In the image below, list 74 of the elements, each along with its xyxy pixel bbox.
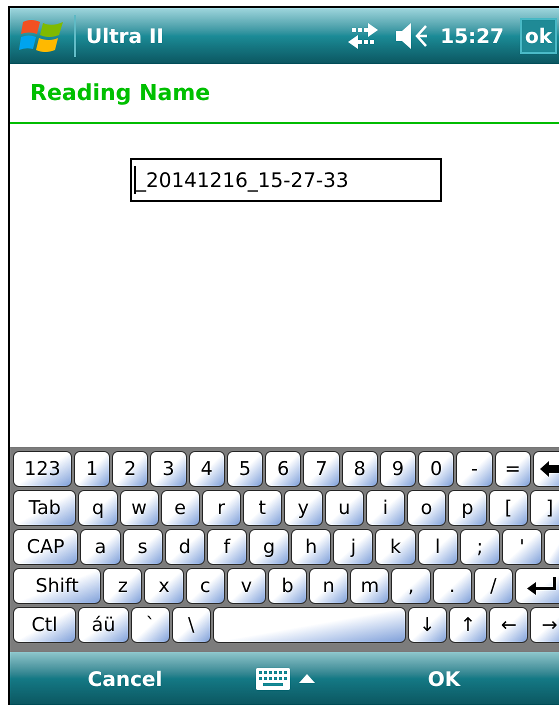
keyboard-key[interactable]: j (333, 529, 374, 565)
keyboard-key[interactable]: Tab (13, 490, 76, 526)
keyboard-key[interactable]: 5 (226, 451, 264, 487)
keyboard-key[interactable]: ` (130, 607, 170, 643)
keyboard-key[interactable]: 7 (303, 451, 340, 487)
keyboard-key[interactable]: ; (460, 529, 500, 565)
keyboard-key[interactable]: 9 (380, 451, 416, 487)
keyboard-key[interactable]: v (226, 568, 266, 604)
keyboard-key[interactable]: w (120, 490, 159, 526)
field-value: _20141216_15-27-33 (136, 170, 349, 190)
keyboard-key[interactable]: m (350, 568, 390, 604)
keyboard-key[interactable]: y (284, 490, 323, 526)
keyboard-key[interactable]: / (474, 568, 513, 604)
keyboard-key[interactable]: 8 (342, 451, 378, 487)
keyboard-key[interactable]: ] (530, 490, 559, 526)
keyboard-key[interactable]: Shift (13, 568, 102, 604)
backspace-arrow-icon (540, 461, 559, 477)
keyboard-key[interactable]: s (122, 529, 163, 565)
keyboard-key[interactable]: l (418, 529, 458, 565)
keyboard-key[interactable]: n (309, 568, 348, 604)
keyboard-key[interactable]: f (206, 529, 247, 565)
keyboard-key[interactable]: 123 (13, 451, 72, 487)
keyboard-key[interactable]: → (530, 607, 559, 643)
keyboard-icon[interactable] (254, 666, 290, 690)
keyboard-key[interactable]: x (144, 568, 184, 604)
ok-button[interactable]: OK (389, 664, 499, 694)
keyboard-key[interactable]: . (432, 568, 472, 604)
keyboard-key[interactable]: k (375, 529, 416, 565)
keyboard-key[interactable]: 4 (188, 451, 225, 487)
keyboard-key[interactable]: ↑ (448, 607, 488, 643)
keyboard-key[interactable]: d (164, 529, 205, 565)
keyboard-key[interactable]: o (406, 490, 446, 526)
keyboard-key[interactable]: 2 (112, 451, 148, 487)
keyboard-key[interactable]: r (202, 490, 241, 526)
clock-time[interactable]: 15:27 (440, 21, 504, 51)
enter-arrow-icon (526, 577, 557, 595)
ok-button[interactable]: ok (520, 18, 557, 54)
keyboard-key[interactable]: \ (172, 607, 211, 643)
keyboard-key[interactable]: , (391, 568, 431, 604)
keyboard-key[interactable]: ↓ (408, 607, 447, 643)
keyboard-key[interactable]: áü (78, 607, 129, 643)
keyboard-key[interactable]: b (268, 568, 308, 604)
keyboard-key[interactable]: ' (502, 529, 542, 565)
keyboard-key[interactable]: = (494, 451, 531, 487)
text-cursor (134, 166, 136, 194)
backspace-key[interactable] (532, 451, 559, 487)
space-key[interactable] (212, 607, 406, 643)
keyboard-key[interactable]: 1 (74, 451, 110, 487)
keyboard-key[interactable]: 6 (265, 451, 302, 487)
keyboard-key[interactable]: e (160, 490, 200, 526)
keyboard-key[interactable]: i (366, 490, 405, 526)
enter-key[interactable] (514, 568, 559, 604)
cancel-button[interactable]: Cancel (70, 664, 180, 694)
name-input-field[interactable]: _20141216_15-27-33 (130, 158, 442, 202)
keyboard-key[interactable]: ← (489, 607, 528, 643)
window-title: Ultra II (86, 23, 164, 50)
keyboard-key[interactable]: - (456, 451, 493, 487)
keyboard-key[interactable]: z (103, 568, 142, 604)
page-title: Reading Name (30, 80, 210, 108)
keyboard-key[interactable]: c (186, 568, 225, 604)
keyboard-key[interactable]: g (248, 529, 290, 565)
keyboard-key[interactable]: h (291, 529, 332, 565)
keyboard-key[interactable]: p (448, 490, 487, 526)
caret-up-icon[interactable] (298, 674, 314, 683)
keyboard-key[interactable]: a (80, 529, 120, 565)
keyboard-key[interactable]: q (78, 490, 118, 526)
keyboard-key[interactable]: 0 (418, 451, 454, 487)
keyboard-key[interactable]: t (242, 490, 282, 526)
keyboard-key[interactable]: 3 (150, 451, 187, 487)
keyboard-key[interactable]: u (324, 490, 364, 526)
keyboard-key[interactable]: Ctl (13, 607, 76, 643)
keyboard-key[interactable]: CAP (13, 529, 78, 565)
connectivity-arrows-icon[interactable] (346, 21, 380, 51)
keyboard-key[interactable]: [ (488, 490, 528, 526)
